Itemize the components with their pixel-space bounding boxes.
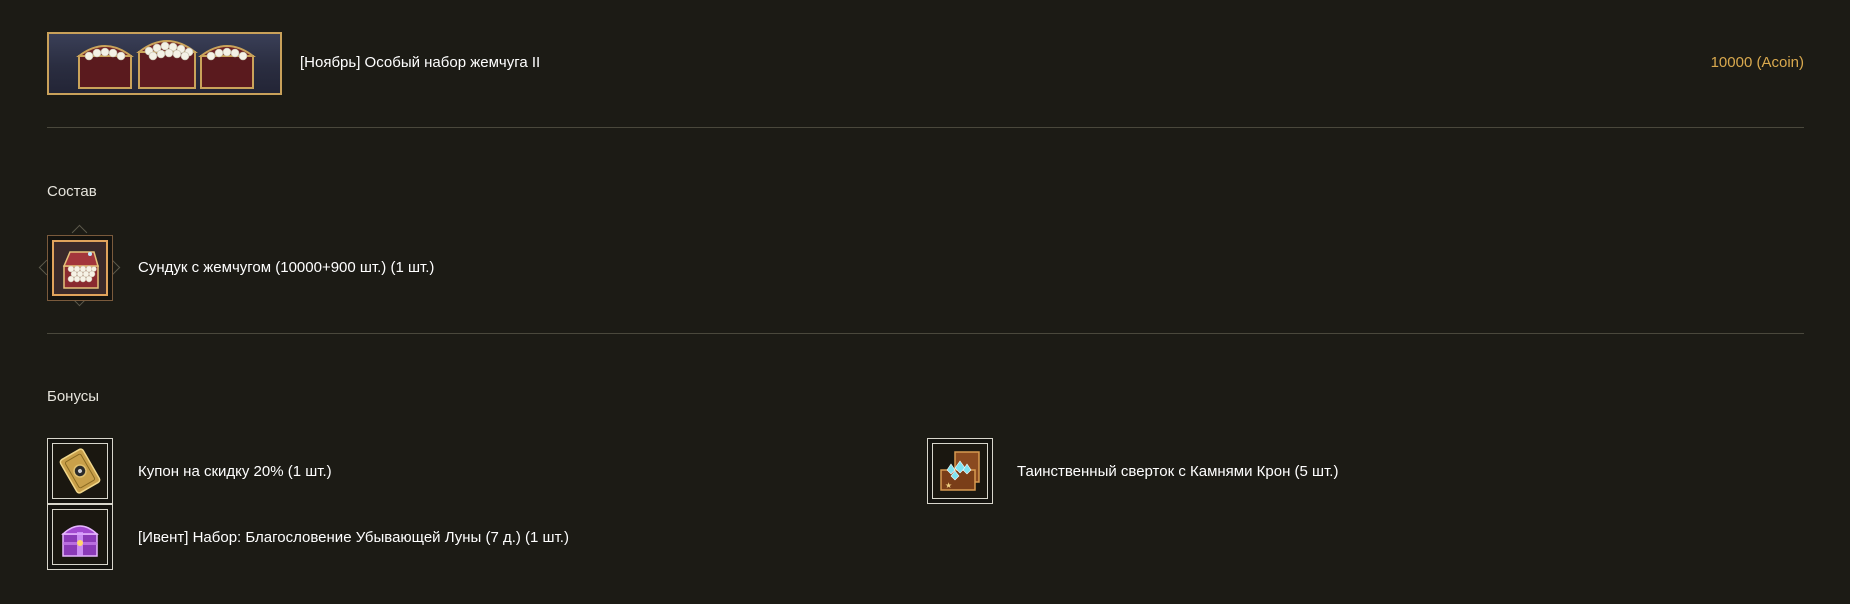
product-row: [Ноябрь] Особый набор жемчуга II 10000 (… — [47, 32, 1804, 95]
coupon-icon-frame — [47, 438, 113, 504]
divider — [47, 127, 1804, 128]
svg-text:★: ★ — [945, 481, 952, 490]
bonuses-section-title: Бонусы — [47, 388, 100, 405]
package-details: [Ноябрь] Особый набор жемчуга II 10000 (… — [0, 0, 1850, 604]
mystery-crown-stones-icon: ★ — [932, 443, 988, 499]
bonus-item-label: [Ивент] Набор: Благословение Убывающей Л… — [138, 529, 569, 546]
purple-chest-icon — [52, 509, 108, 565]
product-title: [Ноябрь] Особый набор жемчуга II — [300, 54, 541, 71]
bonus-item-label: Таинственный сверток с Камнями Крон (5 ш… — [1017, 463, 1339, 480]
pearl-chest-icon-frame — [47, 235, 113, 301]
contents-section-title: Состав — [47, 183, 97, 200]
product-price: 10000 (Acoin) — [1710, 54, 1804, 71]
divider — [47, 333, 1804, 334]
contents-item-label: Сундук с жемчугом (10000+900 шт.) (1 шт.… — [138, 259, 435, 276]
pearl-chest-icon — [52, 240, 108, 296]
coupon-icon — [52, 443, 108, 499]
mystery-crown-stones-icon-frame: ★ — [927, 438, 993, 504]
bonus-item-label: Купон на скидку 20% (1 шт.) — [138, 463, 332, 480]
pearl-chests-banner-icon — [47, 32, 282, 95]
purple-chest-icon-frame — [47, 504, 113, 570]
